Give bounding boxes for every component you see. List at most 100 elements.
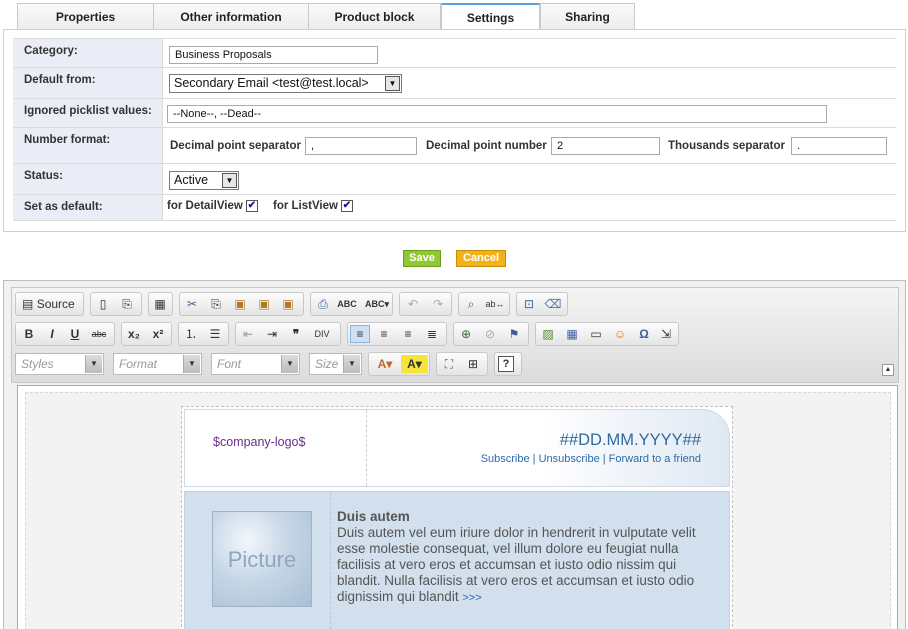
- tab-settings[interactable]: Settings: [441, 3, 540, 31]
- format-label: Format: [119, 357, 158, 371]
- subscript-icon[interactable]: x₂: [124, 325, 144, 343]
- paste-word-icon[interactable]: ▣: [278, 295, 298, 313]
- decimal-sep-label: Decimal point separator: [170, 140, 302, 152]
- text-color-icon[interactable]: A▾: [371, 355, 399, 373]
- link-icon[interactable]: ⊕: [456, 325, 476, 343]
- default-from-label: Default from:: [13, 68, 163, 98]
- strike-icon[interactable]: abc: [89, 325, 109, 343]
- new-page-icon[interactable]: ▯: [93, 295, 113, 313]
- insert-group: ▨ ▦ ▭ ☺ Ω ⇲: [535, 322, 679, 346]
- default-from-select[interactable]: Secondary Email <test@test.local> ▼: [169, 74, 402, 93]
- thousands-input[interactable]: .: [791, 137, 887, 155]
- horizontal-rule-icon[interactable]: ▭: [586, 325, 606, 343]
- select-group: ⊡ ⌫: [516, 292, 568, 316]
- find-group: ⌕ ab↔: [458, 292, 510, 316]
- format-combo[interactable]: Format ▼: [113, 353, 202, 375]
- decimal-num-label: Decimal point number: [426, 140, 547, 152]
- undo-group: ↶ ↷: [399, 292, 452, 316]
- spellcheck-icon[interactable]: ABC: [337, 295, 357, 313]
- bulleted-list-icon[interactable]: ☰: [205, 325, 225, 343]
- special-char-icon[interactable]: Ω: [634, 325, 654, 343]
- align-left-icon[interactable]: ≡: [350, 325, 370, 343]
- status-select[interactable]: Active ▼: [169, 171, 239, 190]
- ignored-input[interactable]: --None--, --Dead--: [167, 105, 827, 123]
- editor-content-area[interactable]: $company-logo$ ##DD.MM.YYYY## Subscribe …: [17, 385, 898, 629]
- decimal-num-input[interactable]: 2: [551, 137, 660, 155]
- status-value: Active: [174, 173, 209, 187]
- redo-icon[interactable]: ↷: [428, 295, 448, 313]
- preview-icon[interactable]: ⎘: [117, 295, 137, 313]
- anchor-icon[interactable]: ⚑: [504, 325, 524, 343]
- templates-group: ▦: [148, 292, 173, 316]
- category-input[interactable]: Business Proposals: [169, 46, 378, 64]
- basicstyles-group: B I U abc: [15, 322, 115, 346]
- tab-properties[interactable]: Properties: [17, 3, 154, 30]
- detailview-option[interactable]: for DetailView ✔: [167, 200, 258, 212]
- bg-color-icon[interactable]: A▾: [401, 355, 428, 373]
- decimal-sep-input[interactable]: ,: [305, 137, 417, 155]
- image-icon[interactable]: ▨: [538, 325, 558, 343]
- status-row: Status: Active ▼: [13, 164, 896, 195]
- select-all-icon[interactable]: ⊡: [519, 295, 539, 313]
- paste-text-icon[interactable]: ▣: [254, 295, 274, 313]
- blockquote-icon[interactable]: ❞: [286, 325, 306, 343]
- listview-option[interactable]: for ListView ✔: [273, 200, 353, 212]
- tools-group: ⛶ ⊞: [436, 352, 488, 376]
- replace-icon[interactable]: ab↔: [485, 295, 505, 313]
- table-icon[interactable]: ▦: [562, 325, 582, 343]
- tab-product-block[interactable]: Product block: [308, 3, 441, 30]
- save-button[interactable]: Save: [403, 250, 441, 267]
- italic-icon[interactable]: I: [42, 325, 62, 343]
- clipboard-group: ✂ ⎘ ▣ ▣ ▣: [179, 292, 304, 316]
- smiley-icon[interactable]: ☺: [610, 325, 630, 343]
- subscription-links[interactable]: Subscribe | Unsubscribe | Forward to a f…: [481, 453, 701, 465]
- picture-placeholder: Picture: [212, 511, 312, 607]
- newsletter-template: $company-logo$ ##DD.MM.YYYY## Subscribe …: [181, 406, 733, 629]
- spell-group: ⎙ ABC ABC▾: [310, 292, 393, 316]
- indent-icon[interactable]: ⇥: [262, 325, 282, 343]
- size-label: Size: [315, 357, 339, 371]
- maximize-icon[interactable]: ⛶: [439, 355, 459, 373]
- align-right-icon[interactable]: ≡: [398, 325, 418, 343]
- scayt-icon[interactable]: ABC▾: [363, 295, 391, 313]
- superscript-icon[interactable]: x²: [148, 325, 168, 343]
- paste-icon[interactable]: ▣: [230, 295, 250, 313]
- justify-icon[interactable]: ≣: [422, 325, 442, 343]
- read-more-link[interactable]: >>>: [462, 592, 481, 604]
- cancel-button[interactable]: Cancel: [456, 250, 506, 267]
- cut-icon[interactable]: ✂: [182, 295, 202, 313]
- collapse-toolbar-icon[interactable]: ▲: [882, 364, 894, 376]
- align-center-icon[interactable]: ≡: [374, 325, 394, 343]
- outdent-icon[interactable]: ⇤: [238, 325, 258, 343]
- templates-icon[interactable]: ▦: [150, 295, 170, 313]
- chevron-down-icon: ▼: [222, 173, 237, 188]
- set-default-row: Set as default: for DetailView ✔ for List…: [13, 195, 896, 221]
- help-icon[interactable]: ?: [498, 356, 514, 372]
- print-icon[interactable]: ⎙: [313, 295, 333, 313]
- category-row: Category: Business Proposals: [13, 38, 896, 68]
- size-combo[interactable]: Size ▼: [309, 353, 362, 375]
- copy-icon[interactable]: ⎘: [206, 295, 226, 313]
- listview-checkbox[interactable]: ✔: [340, 200, 353, 212]
- tab-other-information[interactable]: Other information: [153, 3, 309, 30]
- numbered-list-icon[interactable]: ⒈: [181, 325, 201, 343]
- unlink-icon[interactable]: ⊘: [480, 325, 500, 343]
- font-label: Font: [217, 357, 242, 371]
- tab-sharing[interactable]: Sharing: [540, 3, 635, 30]
- styles-combo[interactable]: Styles ▼: [15, 353, 104, 375]
- show-blocks-icon[interactable]: ⊞: [463, 355, 483, 373]
- find-icon[interactable]: ⌕: [461, 295, 481, 313]
- page-break-icon[interactable]: ⇲: [656, 325, 676, 343]
- bold-icon[interactable]: B: [19, 325, 39, 343]
- eraser-icon[interactable]: ⌫: [543, 295, 563, 313]
- align-group: ≡ ≡ ≡ ≣: [347, 322, 447, 346]
- script-group: x₂ x²: [121, 322, 172, 346]
- undo-icon[interactable]: ↶: [403, 295, 423, 313]
- underline-icon[interactable]: U: [65, 325, 85, 343]
- div-container-icon[interactable]: DIV: [312, 325, 332, 343]
- styles-label: Styles: [21, 357, 54, 371]
- font-combo[interactable]: Font ▼: [211, 353, 300, 375]
- source-button[interactable]: ▤ Source: [19, 295, 81, 313]
- set-default-label: Set as default:: [13, 195, 163, 220]
- detailview-checkbox[interactable]: ✔: [245, 200, 258, 212]
